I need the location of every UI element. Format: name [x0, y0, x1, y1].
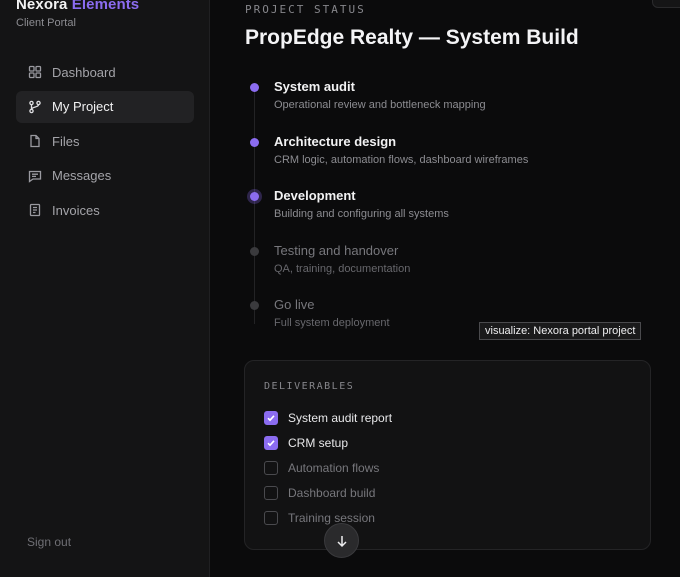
check-icon [267, 414, 275, 421]
message-icon [28, 169, 42, 183]
scroll-down-button[interactable] [324, 523, 359, 558]
brand-logo: Nexora Elements [16, 0, 139, 13]
corner-menu-button[interactable] [652, 0, 680, 8]
step-title: System audit [274, 79, 355, 94]
deliverable-label: Automation flows [288, 460, 380, 475]
sidebar-item-label: Files [52, 133, 80, 149]
brand-subtitle: Client Portal [16, 17, 76, 29]
invoice-icon [28, 203, 42, 217]
deliverable-label: Dashboard build [288, 485, 376, 500]
section-eyebrow: PROJECT STATUS [245, 3, 366, 16]
step-description: QA, training, documentation [274, 262, 411, 275]
step-description: CRM logic, automation flows, dashboard w… [274, 153, 529, 166]
sidebar-item-messages[interactable]: Messages [16, 160, 194, 192]
deliverable-item[interactable]: Dashboard build [264, 480, 392, 505]
sidebar-item-label: Invoices [52, 202, 100, 218]
arrow-down-icon [336, 535, 347, 547]
deliverable-item[interactable]: CRM setup [264, 430, 392, 455]
deliverable-label: Training session [288, 510, 375, 525]
checkbox-unchecked[interactable] [264, 485, 278, 500]
deliverables-card: DELIVERABLES System audit report CRM set… [244, 360, 651, 550]
tooltip: visualize: Nexora portal project [479, 322, 642, 340]
deliverables-list: System audit report CRM setup Automation… [264, 405, 392, 530]
step-title: Development [274, 188, 356, 203]
page-title: PropEdge Realty — System Build [245, 26, 579, 49]
brand-accent-name: Elements [71, 0, 140, 13]
sidebar-nav: Dashboard My Project Files Messages Invo… [16, 56, 194, 229]
step-description: Operational review and bottleneck mappin… [274, 99, 486, 111]
step-dot-done [250, 83, 259, 92]
grid-icon [28, 65, 42, 79]
sidebar-item-label: Messages [52, 168, 112, 183]
step-description: Building and configuring all systems [274, 208, 449, 220]
deliverable-item[interactable]: Automation flows [264, 455, 392, 480]
timeline-step: Development Building and configuring all… [245, 187, 665, 237]
sidebar-item-label: My Project [52, 99, 114, 114]
deliverable-label: System audit report [288, 410, 393, 425]
step-title: Architecture design [274, 133, 397, 149]
deliverable-item[interactable]: System audit report [264, 405, 392, 430]
sidebar-item-invoices[interactable]: Invoices [16, 194, 194, 226]
sidebar-item-label: Dashboard [52, 64, 116, 80]
checkbox-unchecked[interactable] [264, 460, 278, 475]
sidebar-item-my-project[interactable]: My Project [16, 90, 194, 123]
step-title: Testing and handover [274, 242, 399, 258]
brand-name: Nexora [16, 0, 68, 13]
step-dot-pending [250, 301, 259, 310]
sign-out-link[interactable]: Sign out [27, 535, 71, 549]
timeline-step: Testing and handover QA, training, docum… [245, 242, 665, 292]
sidebar-item-files[interactable]: Files [16, 125, 194, 157]
step-dot-pending [250, 246, 259, 256]
checkbox-checked[interactable] [264, 410, 278, 425]
checkbox-checked[interactable] [264, 435, 278, 450]
sidebar-item-dashboard[interactable]: Dashboard [16, 56, 194, 88]
main-content: PROJECT STATUS PropEdge Realty — System … [210, 0, 680, 577]
sidebar: Nexora Elements Client Portal Dashboard … [0, 0, 210, 577]
timeline-step: Architecture design CRM logic, automatio… [245, 133, 665, 183]
step-dot-done [250, 137, 259, 147]
timeline-step: System audit Operational review and bott… [245, 78, 665, 128]
deliverables-label: DELIVERABLES [264, 381, 355, 392]
check-icon [267, 439, 275, 446]
step-title: Go live [274, 297, 315, 312]
file-icon [28, 134, 42, 148]
step-dot-current [250, 192, 259, 201]
checkbox-unchecked[interactable] [264, 510, 278, 525]
deliverable-label: CRM setup [288, 435, 349, 450]
branch-icon [28, 100, 42, 114]
step-description: Full system deployment [274, 317, 390, 329]
deliverable-item[interactable]: Training session [264, 505, 392, 530]
